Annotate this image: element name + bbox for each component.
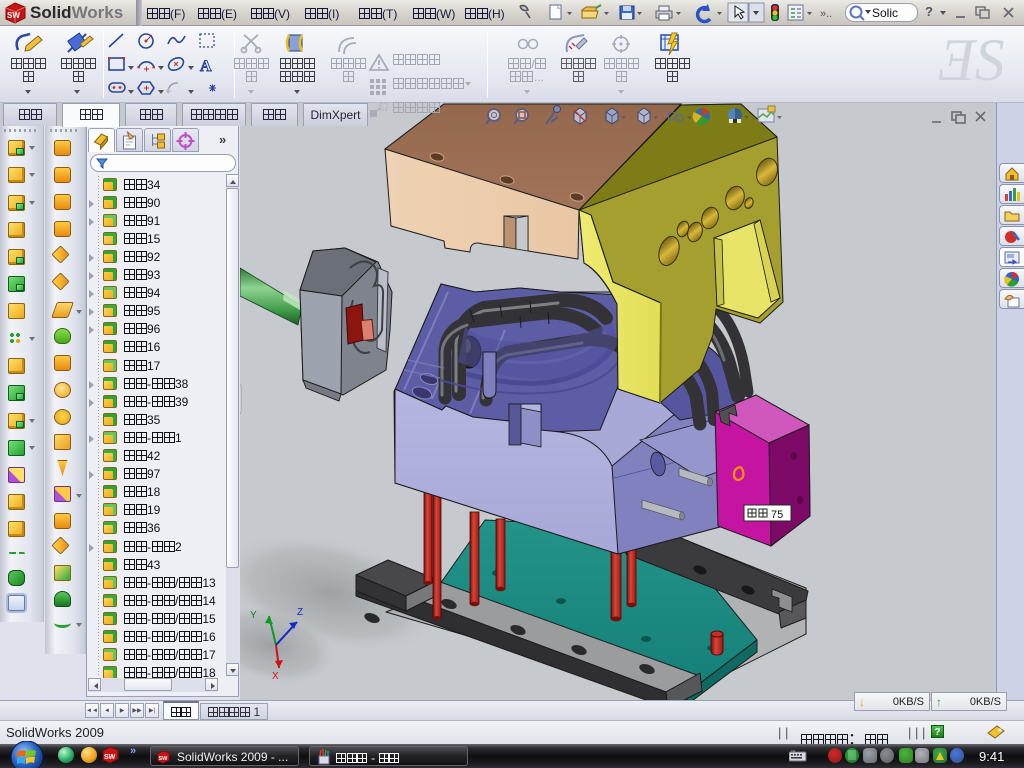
svg-text:SW: SW xyxy=(158,756,168,762)
svg-text:»..: ».. xyxy=(820,8,832,20)
svg-text:X: X xyxy=(272,671,279,682)
svg-text:75: 75 xyxy=(771,509,783,521)
svg-text:Y: Y xyxy=(250,610,257,621)
svg-text:A: A xyxy=(200,58,212,75)
svg-text:Z: Z xyxy=(297,607,303,618)
svg-text:SW: SW xyxy=(104,754,116,761)
svg-text:SW: SW xyxy=(7,11,20,20)
svg-text:CH: CH xyxy=(791,749,795,753)
